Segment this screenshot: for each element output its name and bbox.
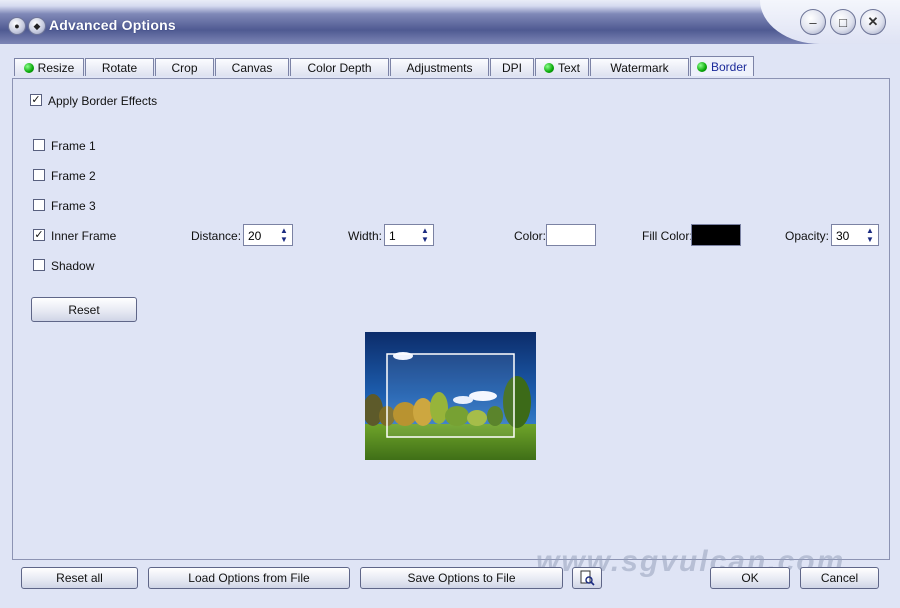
spin-up-icon[interactable]: ▲ xyxy=(418,226,432,235)
tab-label: Crop xyxy=(171,60,198,75)
minimize-icon[interactable]: – xyxy=(800,9,826,35)
frame-2-checkbox[interactable] xyxy=(33,169,45,181)
spin-arrows: ▲ ▼ xyxy=(863,226,877,244)
border-preview-image xyxy=(365,332,536,460)
tab-label: DPI xyxy=(501,60,522,75)
apply-border-effects-checkbox[interactable]: ✓ xyxy=(30,94,42,106)
opacity-value: 30 xyxy=(836,229,850,243)
tab-resize[interactable]: Resize xyxy=(14,58,84,76)
status-dot-icon xyxy=(543,62,554,73)
tab-label: Border xyxy=(710,59,748,74)
frame-2-label: Frame 2 xyxy=(51,169,96,183)
load-options-button[interactable]: Load Options from File xyxy=(148,567,350,589)
spin-up-icon[interactable]: ▲ xyxy=(277,226,291,235)
fill-color-swatch[interactable] xyxy=(691,224,741,246)
tab-color-depth[interactable]: Color Depth xyxy=(290,58,389,76)
tab-label: Color Depth xyxy=(307,60,372,75)
status-dot-icon xyxy=(696,61,707,72)
distance-label: Distance: xyxy=(191,229,242,243)
tab-bar: Resize Rotate Crop Canvas Color Depth Ad… xyxy=(14,56,755,78)
tab-rotate[interactable]: Rotate xyxy=(85,58,154,76)
frame-1-checkbox[interactable] xyxy=(33,139,45,151)
fill-color-label: Fill Color: xyxy=(642,229,693,243)
frame-3-checkbox[interactable] xyxy=(33,199,45,211)
magnifier-document-icon xyxy=(580,570,595,586)
tab-label: Resize xyxy=(37,60,75,75)
tab-adjustments[interactable]: Adjustments xyxy=(390,58,489,76)
tab-watermark[interactable]: Watermark xyxy=(590,58,689,76)
spin-down-icon[interactable]: ▼ xyxy=(863,235,877,244)
title-bar[interactable]: ● ◆ Advanced Options – □ ✕ xyxy=(0,0,900,44)
cancel-button[interactable]: Cancel xyxy=(800,567,879,589)
tab-label: Watermark xyxy=(610,60,669,75)
tab-label: Adjustments xyxy=(406,60,473,75)
tab-label: Text xyxy=(557,60,580,75)
width-label: Width: xyxy=(348,229,383,243)
shadow-checkbox[interactable] xyxy=(33,259,45,271)
landscape-preview xyxy=(365,332,536,460)
roll-up-icon[interactable]: ◆ xyxy=(28,17,46,35)
reset-button[interactable]: Reset xyxy=(31,297,137,322)
inner-frame-label: Inner Frame xyxy=(51,229,117,243)
window-title: Advanced Options xyxy=(49,17,176,33)
opacity-label: Opacity: xyxy=(785,229,830,243)
border-tab-panel xyxy=(12,78,890,560)
save-options-button[interactable]: Save Options to File xyxy=(360,567,563,589)
frame-1-label: Frame 1 xyxy=(51,139,96,153)
maximize-icon[interactable]: □ xyxy=(830,9,856,35)
system-menu-icon[interactable]: ● xyxy=(8,17,26,35)
shadow-label: Shadow xyxy=(51,259,95,273)
status-dot-icon xyxy=(23,62,34,73)
tab-dpi[interactable]: DPI xyxy=(490,58,534,76)
color-label: Color: xyxy=(514,229,547,243)
distance-stepper[interactable]: 20 ▲ ▼ xyxy=(243,224,293,246)
tab-canvas[interactable]: Canvas xyxy=(215,58,289,76)
preview-button[interactable] xyxy=(572,567,602,589)
width-stepper[interactable]: 1 ▲ ▼ xyxy=(384,224,434,246)
inner-frame-checkbox[interactable]: ✓ xyxy=(33,229,45,241)
tab-crop[interactable]: Crop xyxy=(155,58,214,76)
spin-up-icon[interactable]: ▲ xyxy=(863,226,877,235)
frame-3-label: Frame 3 xyxy=(51,199,96,213)
color-swatch[interactable] xyxy=(546,224,596,246)
spin-down-icon[interactable]: ▼ xyxy=(418,235,432,244)
apply-border-effects-label: Apply Border Effects xyxy=(48,94,158,108)
distance-value: 20 xyxy=(248,229,262,243)
width-value: 1 xyxy=(389,229,396,243)
opacity-stepper[interactable]: 30 ▲ ▼ xyxy=(831,224,879,246)
tab-text[interactable]: Text xyxy=(535,58,589,76)
advanced-options-window: ● ◆ Advanced Options – □ ✕ Resize Rotate… xyxy=(0,0,900,608)
tab-label: Rotate xyxy=(101,60,138,75)
tab-label: Canvas xyxy=(231,60,273,75)
tab-border[interactable]: Border xyxy=(690,56,754,76)
reset-all-button[interactable]: Reset all xyxy=(21,567,138,589)
spin-arrows: ▲ ▼ xyxy=(418,226,432,244)
ok-button[interactable]: OK xyxy=(710,567,790,589)
spin-down-icon[interactable]: ▼ xyxy=(277,235,291,244)
close-icon[interactable]: ✕ xyxy=(860,9,886,35)
spin-arrows: ▲ ▼ xyxy=(277,226,291,244)
